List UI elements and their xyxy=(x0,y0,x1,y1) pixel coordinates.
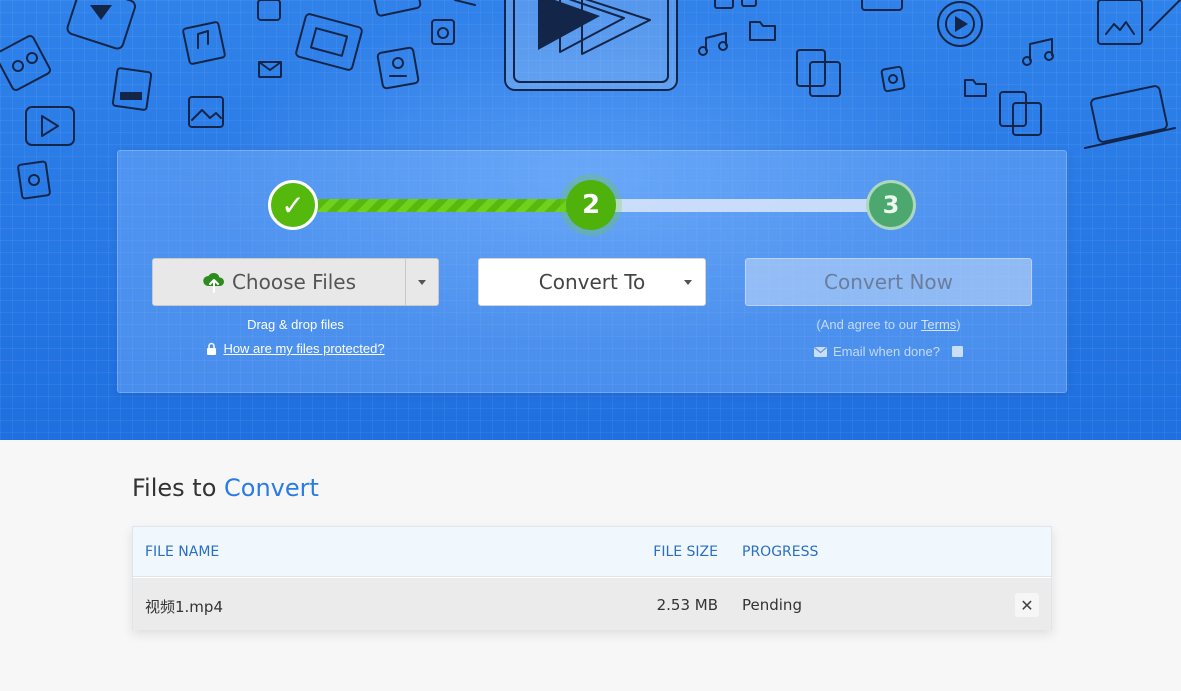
col-progress: PROGRESS xyxy=(742,544,819,560)
choose-files-label: Choose Files xyxy=(231,270,357,294)
file-protection-link[interactable]: How are my files protected? xyxy=(223,341,384,356)
lock-icon xyxy=(207,342,217,355)
table-header: FILE NAME FILE SIZE PROGRESS xyxy=(133,527,1051,577)
files-heading-part1: Files to xyxy=(132,474,225,502)
video-doodle-icon xyxy=(25,106,75,146)
email-checkbox[interactable] xyxy=(951,346,963,357)
converter-panel: ✓ 2 3 Choose Files Convert To Convert No… xyxy=(117,150,1067,393)
step-3-pending: 3 xyxy=(866,180,916,230)
clipboard2-doodle-icon xyxy=(999,91,1042,136)
cassette-doodle-icon xyxy=(0,35,51,91)
folder2-doodle-icon xyxy=(964,79,987,97)
terms-prefix: (And agree to our xyxy=(816,317,921,332)
terms-link[interactable]: Terms xyxy=(921,317,956,332)
box-doodle-icon xyxy=(861,0,903,11)
small-doc-doodle-icon xyxy=(880,65,906,93)
choose-files-main[interactable]: Choose Files xyxy=(153,259,405,305)
contact-doodle-icon xyxy=(376,46,420,90)
progress-track-pending xyxy=(608,199,880,212)
play-circle-doodle-icon xyxy=(937,1,983,47)
files-heading: Files to Convert xyxy=(132,474,319,502)
music-notes-doodle-icon xyxy=(1022,38,1054,66)
terms-suffix: ) xyxy=(956,317,961,332)
folder-doodle-icon xyxy=(749,21,776,41)
video-frame-doodle-icon xyxy=(504,0,678,91)
small-box-doodle-icon xyxy=(714,0,734,9)
envelope-icon xyxy=(814,346,828,357)
cloud-upload-icon xyxy=(203,273,224,293)
email-label: Email when done? xyxy=(833,344,940,359)
laptop-doodle-icon xyxy=(1084,85,1176,149)
progress-cell: Pending xyxy=(742,596,802,614)
mp3-doodle-icon xyxy=(182,21,226,65)
file-name-cell: 视频1.mp4 xyxy=(145,598,223,616)
envelope-doodle-icon xyxy=(258,61,282,78)
files-table: FILE NAME FILE SIZE PROGRESS 视频1.mp4 2.5… xyxy=(132,526,1052,630)
table-row: 视频1.mp4 2.53 MB Pending ✕ xyxy=(133,578,1051,630)
choose-files-button[interactable]: Choose Files xyxy=(152,258,439,306)
music-note-doodle-icon xyxy=(698,32,728,56)
caret-down-icon xyxy=(684,280,692,285)
file-protection-note: How are my files protected? xyxy=(152,341,439,356)
small-rect-doodle-icon xyxy=(741,0,757,7)
film-strip-doodle-icon xyxy=(295,13,363,71)
doc-doodle-icon xyxy=(17,160,51,200)
pencil-doodle-icon xyxy=(1149,0,1181,31)
phone-doodle-icon xyxy=(372,0,422,17)
convert-to-label: Convert To xyxy=(538,270,646,294)
hero-banner: ✓ 2 3 Choose Files Convert To Convert No… xyxy=(0,0,1181,440)
image-doodle-icon xyxy=(188,96,224,128)
file-doodle-icon xyxy=(431,19,455,45)
convert-now-button[interactable]: Convert Now xyxy=(745,258,1032,306)
step-2-active: 2 xyxy=(566,180,616,230)
email-option: Email when done? xyxy=(745,344,1032,359)
files-heading-accent: Convert xyxy=(224,474,319,502)
step-1-done: ✓ xyxy=(268,180,318,230)
file-size-cell: 2.53 MB xyxy=(656,596,718,614)
remove-file-button[interactable]: ✕ xyxy=(1015,593,1039,617)
choose-files-dropdown-toggle[interactable] xyxy=(405,259,438,305)
close-icon: ✕ xyxy=(1020,595,1034,615)
caret-down-icon xyxy=(418,279,426,285)
pen-doodle-icon xyxy=(454,0,476,6)
mov-doodle-icon xyxy=(111,67,153,111)
col-file-size: FILE SIZE xyxy=(653,544,718,560)
picture-frame-doodle-icon xyxy=(1097,0,1143,45)
progress-track-done xyxy=(314,199,584,212)
col-file-name: FILE NAME xyxy=(145,544,220,560)
small-file-doodle-icon xyxy=(257,0,281,21)
convert-now-label: Convert Now xyxy=(824,270,953,294)
convert-to-dropdown[interactable]: Convert To xyxy=(478,258,706,306)
terms-note: (And agree to our Terms) xyxy=(745,317,1032,332)
clipboard-doodle-icon xyxy=(796,49,841,97)
drag-drop-hint: Drag & drop files xyxy=(247,317,344,332)
camera-doodle-icon xyxy=(66,0,137,50)
